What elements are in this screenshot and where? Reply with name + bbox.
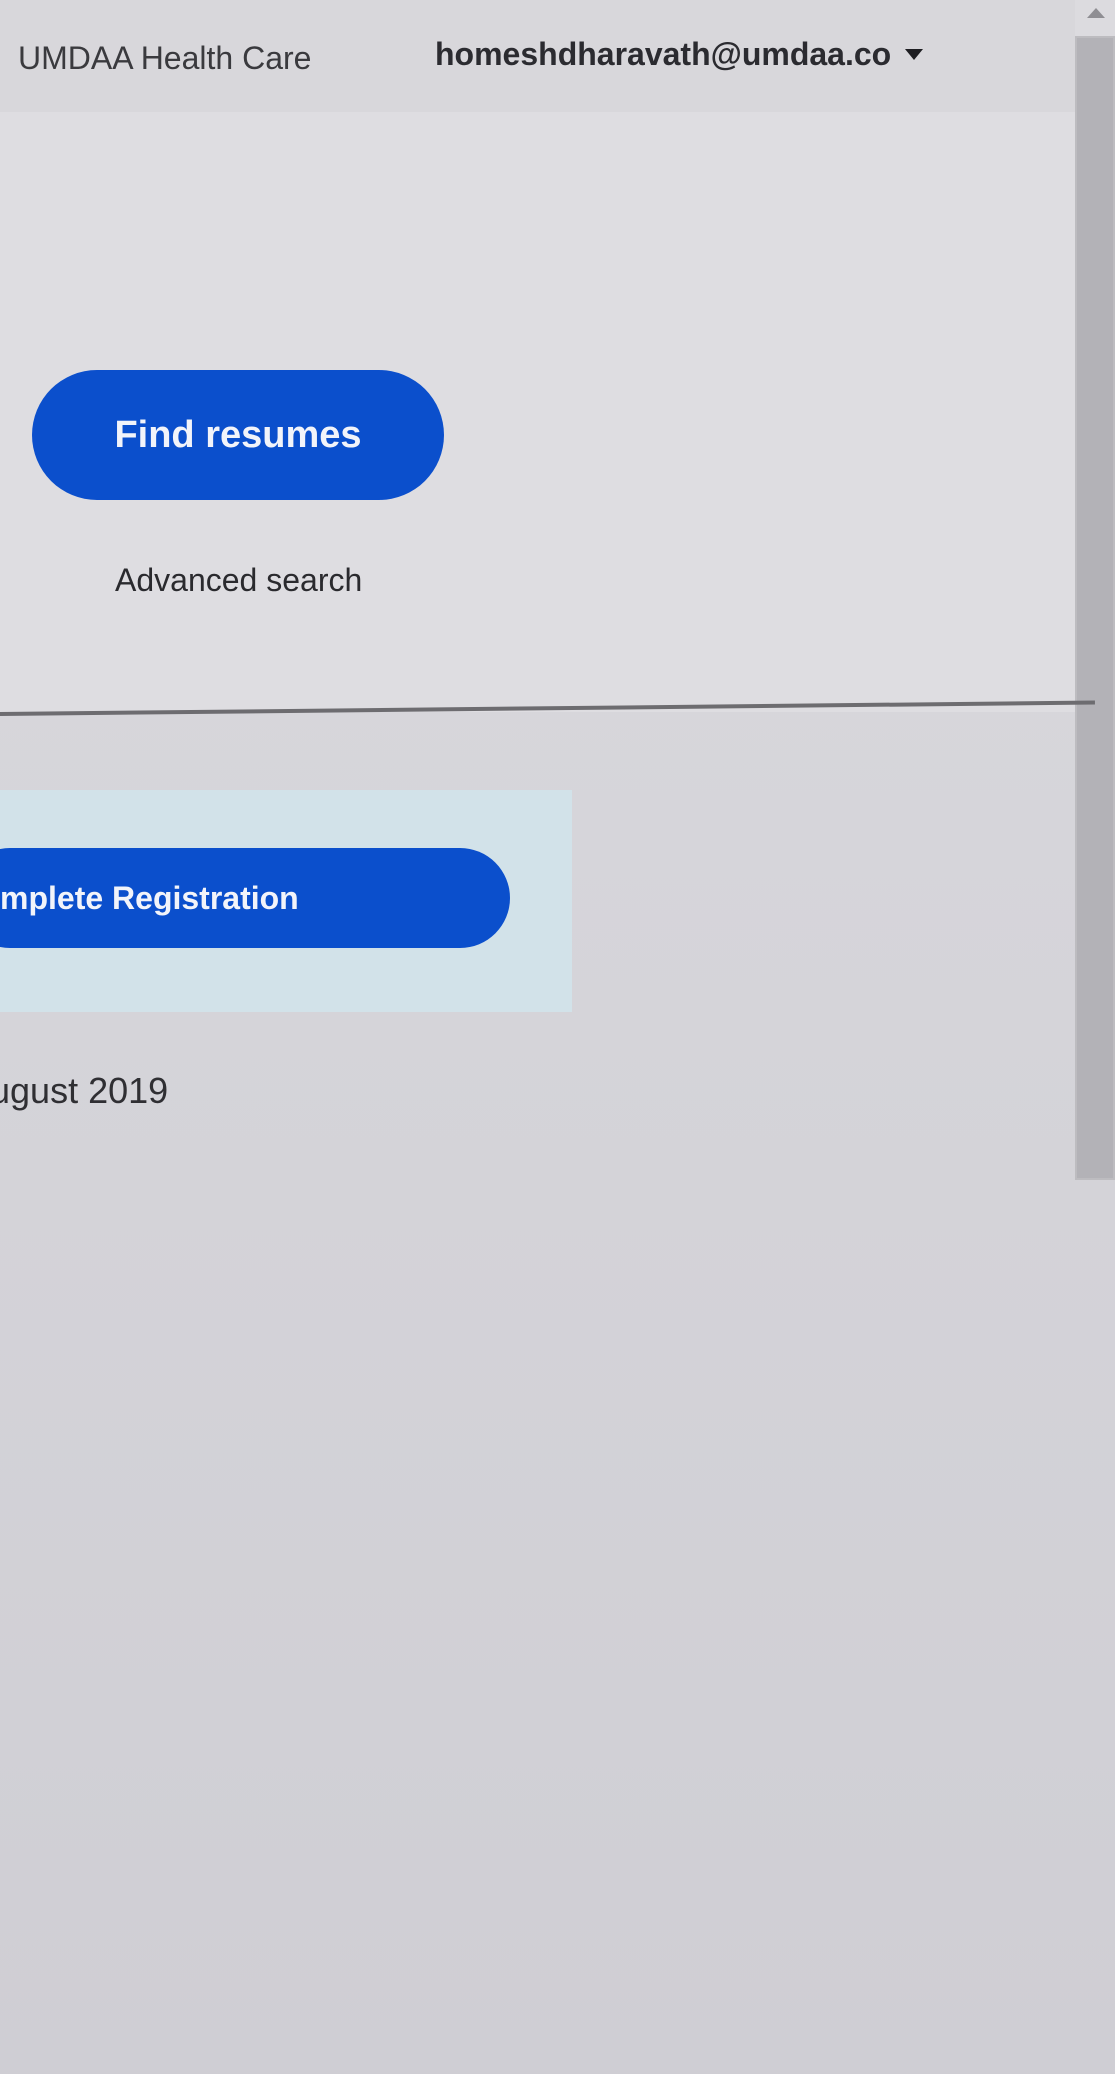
scrollbar-thumb[interactable] [1077, 38, 1113, 1178]
top-header: UMDAA Health Care homeshdharavath@umdaa.… [0, 0, 1075, 114]
scrollbar-top [1075, 0, 1115, 36]
scroll-up-arrow-icon[interactable] [1087, 8, 1105, 18]
caret-down-icon[interactable] [905, 49, 924, 60]
vertical-scrollbar[interactable] [1075, 0, 1115, 1180]
find-resumes-button[interactable]: Find resumes [32, 370, 444, 500]
account-email[interactable]: homeshdharavath@umdaa.co [435, 36, 891, 73]
complete-registration-button[interactable]: mplete Registration [0, 848, 510, 948]
page: UMDAA Health Care homeshdharavath@umdaa.… [0, 0, 1115, 2074]
brand-name: UMDAA Health Care [18, 40, 312, 76]
advanced-search-link[interactable]: Advanced search [115, 562, 362, 599]
registration-date: ugust 2019 [0, 1070, 169, 1111]
account-menu[interactable]: homeshdharavath@umdaa.co [435, 36, 924, 73]
